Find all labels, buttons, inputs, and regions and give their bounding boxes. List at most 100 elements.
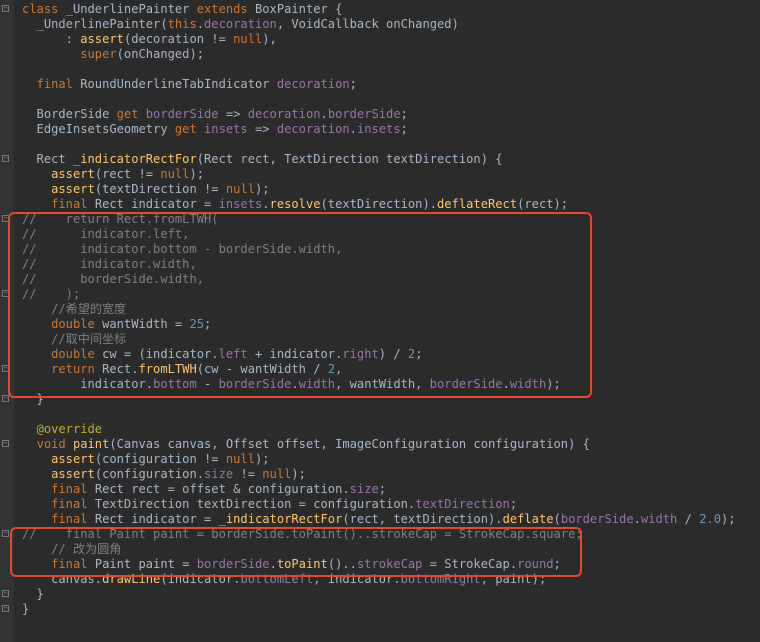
fold-toggle-icon[interactable]: − [2, 155, 9, 162]
code-line[interactable]: final TextDirection textDirection = conf… [22, 497, 760, 512]
code-line[interactable]: final RoundUnderlineTabIndicator decorat… [22, 77, 760, 92]
code-token: Rect rect = offset & configuration. [94, 482, 350, 496]
code-token: super [80, 47, 117, 61]
code-token: final [51, 197, 95, 211]
code-token: final [51, 482, 95, 496]
code-token: (configuration. [94, 467, 205, 481]
code-line[interactable] [22, 137, 760, 152]
fold-end-icon[interactable]: − [2, 590, 9, 597]
code-line[interactable]: super(onChanged); [22, 47, 760, 62]
code-line[interactable]: assert(configuration != null); [22, 452, 760, 467]
code-token: borderSide [145, 107, 226, 121]
code-token: . [262, 197, 270, 211]
code-line[interactable]: @override [22, 422, 760, 437]
code-token: decoration [247, 107, 321, 121]
code-token: deflate [502, 512, 554, 526]
code-token: RoundUnderlineTabIndicator [80, 77, 277, 91]
code-token: ); [255, 452, 270, 466]
code-token: (onChanged); [116, 47, 205, 61]
code-token: assert [51, 167, 95, 181]
code-token: size [204, 467, 241, 481]
code-token: . [320, 107, 328, 121]
code-line[interactable]: assert(rect != null); [22, 167, 760, 182]
code-token: get [116, 107, 146, 121]
code-token: null [262, 467, 292, 481]
code-token: (Rect rect, TextDirection textDirection)… [196, 152, 503, 166]
code-token: (rect); [517, 197, 569, 211]
highlight-box-indicator-rect [8, 212, 592, 398]
code-line[interactable]: − void paint(Canvas canvas, Offset offse… [2, 437, 760, 452]
code-editor[interactable]: − class _UnderlinePainter extends BoxPain… [0, 0, 760, 642]
code-token: (configuration != [94, 452, 226, 466]
code-token: ; [509, 497, 518, 511]
code-token: != [240, 467, 263, 481]
code-token: insets [204, 122, 255, 136]
code-line[interactable]: : assert(decoration != null), [22, 32, 760, 47]
code-token: textDirection [415, 497, 510, 511]
fold-toggle-icon[interactable]: − [2, 5, 9, 12]
code-token: => [225, 107, 248, 121]
code-line[interactable]: −} [2, 602, 760, 617]
code-line[interactable] [22, 407, 760, 422]
code-token: ; [400, 122, 408, 136]
fold-toggle-icon[interactable]: − [2, 440, 9, 447]
code-line[interactable]: final Rect rect = offset & configuration… [22, 482, 760, 497]
code-token: 2.0 [699, 512, 721, 526]
code-token: class [22, 2, 66, 16]
code-token: assert [51, 467, 95, 481]
code-token: resolve [269, 197, 321, 211]
code-line[interactable]: − Rect _indicatorRectFor(Rect rect, Text… [2, 152, 760, 167]
code-token: _UnderlinePainter( [22, 17, 168, 31]
code-line[interactable] [22, 92, 760, 107]
code-line[interactable]: assert(textDirection != null); [22, 182, 760, 197]
fold-end-icon[interactable]: − [2, 395, 9, 402]
code-token: null [225, 452, 255, 466]
code-token: decoration [204, 17, 277, 31]
code-line[interactable]: BorderSide get borderSide => decoration.… [22, 107, 760, 122]
code-token: _indicatorRectFor [218, 512, 343, 526]
code-token: Rect indicator = [94, 512, 219, 526]
code-token: size [349, 482, 379, 496]
code-line[interactable]: − class _UnderlinePainter extends BoxPain… [2, 2, 760, 17]
code-token: deflateRect [437, 197, 518, 211]
code-line[interactable]: EdgeInsetsGeometry get insets => decorat… [22, 122, 760, 137]
code-token: ( [553, 512, 561, 526]
code-token: BoxPainter { [255, 2, 343, 16]
code-line[interactable] [22, 62, 760, 77]
code-token: @override [36, 422, 103, 436]
code-token: } [22, 602, 30, 616]
code-token: _indicatorRectFor [72, 152, 197, 166]
code-token: borderSide [327, 107, 401, 121]
code-token: EdgeInsetsGeometry [22, 122, 175, 136]
code-token: ; [349, 77, 357, 91]
fold-end-icon[interactable]: − [2, 605, 9, 612]
code-line[interactable]: _UnderlinePainter(this.decoration, VoidC… [22, 17, 760, 32]
code-line[interactable]: assert(configuration.size != null); [22, 467, 760, 482]
code-token: (textDirection). [320, 197, 438, 211]
code-token: } [22, 587, 44, 601]
code-token: , VoidCallback onChanged) [276, 17, 459, 31]
code-token: Rect [22, 152, 73, 166]
code-token: assert [51, 452, 95, 466]
code-line[interactable]: − } [2, 587, 760, 602]
code-token: insets [356, 122, 401, 136]
code-line[interactable]: final Rect indicator = _indicatorRectFor… [22, 512, 760, 527]
code-token: ); [721, 512, 736, 526]
code-token: ; [400, 107, 408, 121]
code-token: decoration [276, 122, 350, 136]
code-token: assert [51, 182, 95, 196]
code-token: ); [255, 182, 270, 196]
code-token: BorderSide [22, 107, 117, 121]
code-line[interactable]: final Rect indicator = insets.resolve(te… [22, 197, 760, 212]
code-token: assert [80, 32, 124, 46]
highlight-box-stroke-cap [10, 527, 582, 577]
code-token: ); [189, 167, 205, 181]
fold-toggle-icon[interactable]: − [2, 530, 9, 537]
code-token: null [233, 32, 263, 46]
